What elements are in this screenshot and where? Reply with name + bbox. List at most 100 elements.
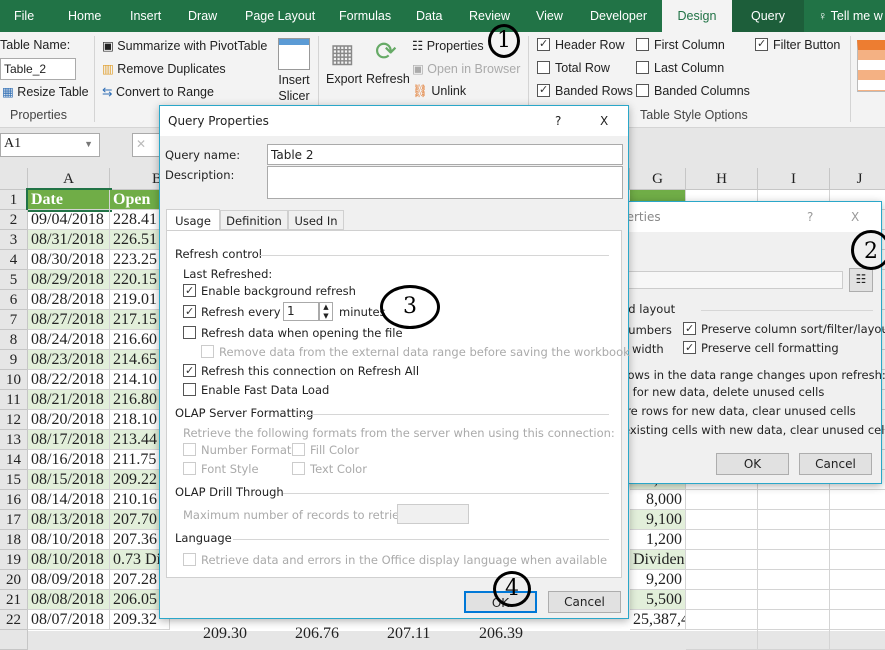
table-name-input[interactable]: Table_2 [0,58,76,80]
cell[interactable] [686,590,758,610]
table-style-gallery[interactable] [857,40,885,92]
cell[interactable] [758,630,830,650]
first-column-checkbox[interactable]: First Column [636,38,725,52]
row-header[interactable]: 4 [0,250,28,270]
table-header-date[interactable]: Date [26,188,112,212]
cell[interactable] [830,570,885,590]
cell-volume[interactable]: 9,100 [630,510,686,530]
tab-formulas[interactable]: Formulas [339,0,391,32]
row-header[interactable]: 12 [0,410,28,430]
refresh-button[interactable]: Refresh [366,72,410,86]
tell-me-search[interactable]: ♀ Tell me w [818,0,883,32]
row-header[interactable]: 19 [0,550,28,570]
properties-button[interactable]: ☷ Properties [412,38,484,53]
cell-date[interactable]: 08/07/2018 [28,610,110,630]
cell[interactable] [686,510,758,530]
cell-volume[interactable]: 8,000 [630,490,686,510]
cell-date[interactable]: 08/31/2018 [28,230,110,250]
cancel-button[interactable]: Cancel [799,453,872,475]
description-input[interactable] [267,166,623,199]
tab-definition[interactable]: Definition [220,210,288,230]
refresh-every-checkbox[interactable]: Refresh every [183,305,281,319]
cell-date[interactable]: 08/29/2018 [28,270,110,290]
cell[interactable] [758,590,830,610]
row-header[interactable]: 17 [0,510,28,530]
cell-volume[interactable]: 5,500 [630,590,686,610]
cell[interactable] [686,530,758,550]
preserve-sort-checkbox[interactable]: Preserve column sort/filter/layout [683,322,885,336]
cell[interactable] [830,510,885,530]
cell-date[interactable]: 08/09/2018 [28,570,110,590]
tab-developer[interactable]: Developer [590,0,647,32]
cell-date[interactable]: 08/20/2018 [28,410,110,430]
summarize-pivot-button[interactable]: ▣ Summarize with PivotTable [102,38,267,53]
cell[interactable] [830,550,885,570]
cell[interactable] [686,630,758,650]
help-button[interactable]: ? [555,106,561,136]
tab-insert[interactable]: Insert [130,0,161,32]
minutes-spinner[interactable]: ▲ ▼ [319,302,333,321]
cell-date[interactable]: 08/22/2018 [28,370,110,390]
cell-volume[interactable]: 25,387,400 [630,610,686,630]
row-header[interactable]: 15 [0,470,28,490]
row-header[interactable]: 14 [0,450,28,470]
cell[interactable] [758,530,830,550]
cell[interactable] [830,590,885,610]
cell-date[interactable]: 08/21/2018 [28,390,110,410]
row-header[interactable] [0,630,28,650]
cell-date[interactable]: 08/28/2018 [28,290,110,310]
row-header[interactable]: 22 [0,610,28,630]
refresh-on-open-checkbox[interactable]: Refresh data when opening the file [183,326,403,340]
cell-volume[interactable]: 1,200 [630,530,686,550]
tab-view[interactable]: View [536,0,563,32]
convert-to-range-button[interactable]: ⇆ Convert to Range [102,84,214,99]
tab-data[interactable]: Data [416,0,442,32]
row-header[interactable]: 2 [0,210,28,230]
refresh-minutes-input[interactable]: 1 [283,302,319,321]
select-all[interactable] [0,168,28,190]
name-box[interactable]: A1 ▼ [0,133,100,157]
column-header[interactable]: I [758,168,830,190]
cell-date[interactable]: 08/08/2018 [28,590,110,610]
cell-date[interactable]: 08/17/2018 [28,430,110,450]
column-header[interactable]: A [28,168,110,190]
row-header[interactable]: 5 [0,270,28,290]
cell[interactable] [830,490,885,510]
option-insert-cells[interactable]: s for new data, delete unused cells [623,385,824,399]
cell[interactable] [758,490,830,510]
help-button[interactable]: ? [807,202,813,232]
tab-usage[interactable]: Usage [166,209,220,231]
preserve-format-checkbox[interactable]: Preserve cell formatting [683,341,839,355]
banded-rows-checkbox[interactable]: Banded Rows [537,84,633,98]
connection-properties-button[interactable]: ☷ [849,268,873,292]
cell[interactable] [758,550,830,570]
tab-file[interactable]: File [14,0,34,32]
cell[interactable] [758,610,830,630]
header-row-checkbox[interactable]: Header Row [537,38,624,52]
cell-date[interactable]: 08/15/2018 [28,470,110,490]
close-button[interactable]: X [600,106,608,136]
cancel-button[interactable]: Cancel [548,591,621,613]
refresh-all-checkbox[interactable]: Refresh this connection on Refresh All [183,364,419,378]
cell-date[interactable]: 08/24/2018 [28,330,110,350]
row-header[interactable]: 13 [0,430,28,450]
column-header[interactable]: J [830,168,885,190]
resize-table-button[interactable]: ▦ Resize Table [2,84,89,99]
tab-draw[interactable]: Draw [188,0,217,32]
cell-date[interactable]: 09/04/2018 [28,210,110,230]
row-header[interactable]: 8 [0,330,28,350]
option-overwrite[interactable]: existing cells with new data, clear unus… [623,423,885,437]
cell-date[interactable]: 08/23/2018 [28,350,110,370]
row-header[interactable]: 18 [0,530,28,550]
cell-date[interactable]: 08/14/2018 [28,490,110,510]
close-button[interactable]: X [851,202,859,232]
cell-date[interactable]: 08/16/2018 [28,450,110,470]
ok-button[interactable]: OK [716,453,789,475]
cell[interactable] [686,610,758,630]
fast-data-load-checkbox[interactable]: Enable Fast Data Load [183,383,329,397]
cell[interactable] [830,610,885,630]
cell[interactable] [758,570,830,590]
row-header[interactable]: 10 [0,370,28,390]
tab-design[interactable]: Design [662,0,732,32]
cell-volume[interactable]: 9,200 [630,570,686,590]
